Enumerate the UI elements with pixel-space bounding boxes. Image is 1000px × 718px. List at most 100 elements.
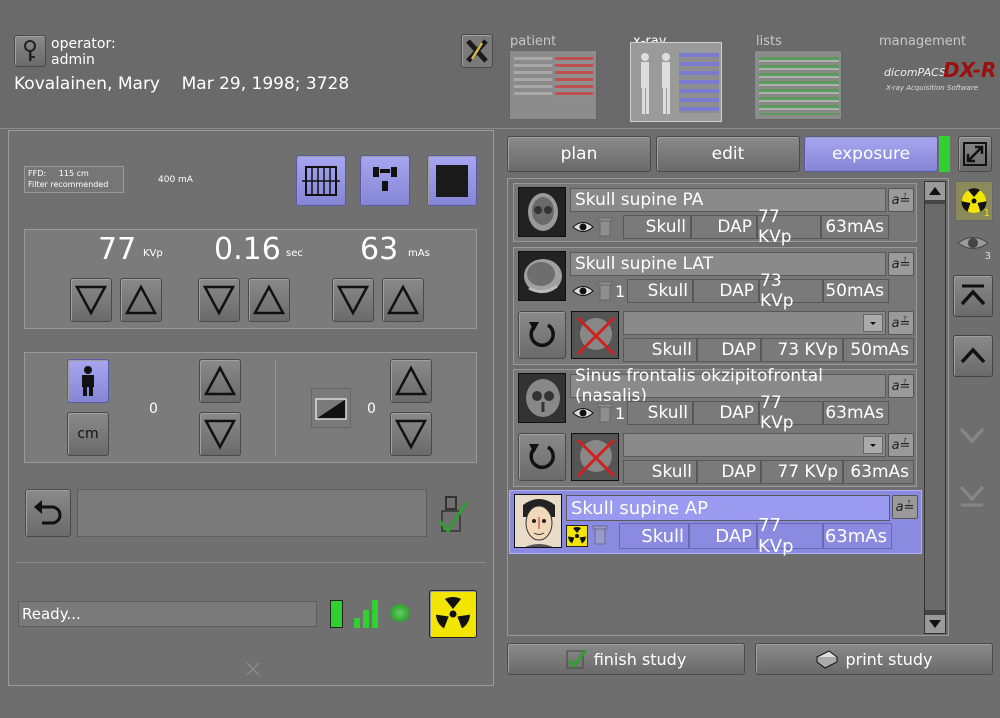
move-down-button[interactable] (953, 415, 993, 457)
exam-thumbnail (518, 251, 566, 301)
sec-decrease-button[interactable] (198, 278, 240, 322)
scroll-up-arrow[interactable] (925, 182, 945, 200)
tab-lists-label[interactable]: lists (756, 34, 782, 49)
density-increase-button[interactable] (390, 359, 432, 403)
trash-icon (597, 216, 613, 238)
sec-unit: sec (286, 248, 303, 259)
exposure-ready-indicator (939, 136, 950, 172)
finish-study-label: finish study (593, 649, 687, 669)
density-decrease-button[interactable] (390, 412, 432, 456)
radiation-count-badge[interactable]: 1 (955, 181, 993, 221)
density-value: 0 (367, 401, 376, 417)
patient-size-decrease-button[interactable] (199, 412, 241, 456)
current-ma: 400 mA (158, 175, 193, 185)
sec-increase-button[interactable] (248, 278, 290, 322)
viewed-count-badge[interactable]: 3 (955, 226, 993, 262)
sign-button[interactable]: a≟ (888, 188, 914, 212)
image-mas: 63mAs (843, 460, 914, 484)
mode-exposure-label: exposure (831, 144, 911, 164)
exam-thumbnail (518, 373, 566, 423)
finish-study-button[interactable]: finish study (507, 643, 745, 675)
grid-button[interactable] (296, 155, 346, 206)
density-icon (311, 388, 351, 428)
chevron-down-icon[interactable] (863, 436, 883, 454)
exam-kvp: 73 KVp (759, 271, 823, 311)
confirm-check-icon[interactable] (438, 493, 468, 535)
reset-button[interactable] (25, 489, 71, 537)
rejected-image-thumbnail[interactable] (571, 311, 619, 359)
field-square-icon (436, 164, 468, 197)
image-region: Skull (623, 460, 697, 484)
patient-size-button[interactable] (67, 359, 109, 403)
print-study-button[interactable]: print study (755, 643, 993, 675)
sign-button[interactable]: a≟ (888, 252, 914, 276)
mas-decrease-button[interactable] (332, 278, 374, 322)
exam-thumbnail (518, 187, 566, 237)
fullscreen-button[interactable] (958, 136, 992, 172)
scroll-down-arrow[interactable] (925, 615, 945, 633)
checkmark-icon (566, 649, 587, 669)
kvp-value: 77 (98, 232, 137, 267)
tab-xray[interactable] (630, 42, 722, 122)
brand-mark: DX-R (943, 58, 997, 82)
tab-patient-preview (514, 57, 552, 97)
comment-field[interactable] (77, 489, 427, 537)
triangle-up-icon (203, 365, 237, 396)
sign-button[interactable]: a≟ (892, 495, 918, 519)
signal-strength-icon (354, 600, 380, 628)
panel-cross-icon (244, 660, 262, 678)
move-to-bottom-button[interactable] (953, 475, 993, 517)
operator-key-button[interactable] (14, 35, 46, 67)
radiation-button[interactable] (429, 590, 477, 638)
sign-button[interactable]: a≟ (888, 374, 914, 398)
patient-size-increase-button[interactable] (199, 359, 241, 403)
scroll-thumb[interactable] (925, 204, 945, 610)
move-to-top-button[interactable] (953, 275, 993, 317)
tab-patient-label[interactable]: patient (510, 34, 556, 49)
tab-patient[interactable] (509, 50, 597, 120)
eye-icon (572, 217, 594, 237)
move-up-button[interactable] (953, 335, 993, 377)
rotate-icon (529, 322, 555, 348)
rejected-image-thumbnail[interactable] (571, 433, 619, 481)
close-session-button[interactable] (461, 34, 493, 68)
mas-increase-button[interactable] (382, 278, 424, 322)
body-silhouette-icon (641, 53, 670, 114)
battery-icon (330, 600, 343, 628)
mode-plan-button[interactable]: plan (507, 136, 651, 172)
sign-button[interactable]: a≟ (888, 433, 914, 457)
status-field: Ready... (18, 601, 317, 627)
expand-icon (963, 142, 987, 166)
tab-lists[interactable] (754, 50, 842, 120)
tab-management-label[interactable]: management (879, 34, 966, 49)
repeat-exposure-button[interactable] (518, 433, 566, 481)
radiation-count: 1 (983, 208, 990, 219)
repeat-exposure-button[interactable] (518, 311, 566, 359)
detector-chamber-button[interactable] (360, 155, 410, 206)
tab-lists-preview (759, 57, 839, 115)
exam-dose: DAP (689, 523, 757, 549)
triangle-up-icon (124, 284, 158, 315)
print-study-label: print study (845, 649, 933, 669)
status-text: Ready... (22, 605, 81, 623)
image-comment-select[interactable] (623, 311, 886, 335)
mode-edit-button[interactable]: edit (656, 136, 800, 172)
field-size-button[interactable] (427, 155, 477, 206)
patient-info: Kovalainen, Mary Mar 29, 1998; 3728 (14, 74, 350, 94)
exam-region: Skull (623, 215, 691, 239)
kvp-decrease-button[interactable] (70, 278, 112, 322)
exam-thumbnail-face (514, 494, 562, 548)
double-up-bar-icon (960, 284, 986, 306)
chevron-down-icon (959, 427, 985, 444)
exam-dose: DAP (691, 215, 757, 239)
exam-title: Skull supine AP (566, 495, 890, 521)
mode-exposure-button[interactable]: exposure (804, 136, 938, 172)
viewed-count: 3 (984, 251, 991, 262)
cm-button[interactable]: cm (67, 412, 109, 456)
image-comment-select[interactable] (623, 433, 886, 457)
trash-icon (597, 402, 613, 424)
chevron-down-icon[interactable] (863, 314, 883, 332)
panel-divider (275, 360, 276, 456)
kvp-increase-button[interactable] (120, 278, 162, 322)
sign-button[interactable]: a≟ (888, 311, 914, 335)
